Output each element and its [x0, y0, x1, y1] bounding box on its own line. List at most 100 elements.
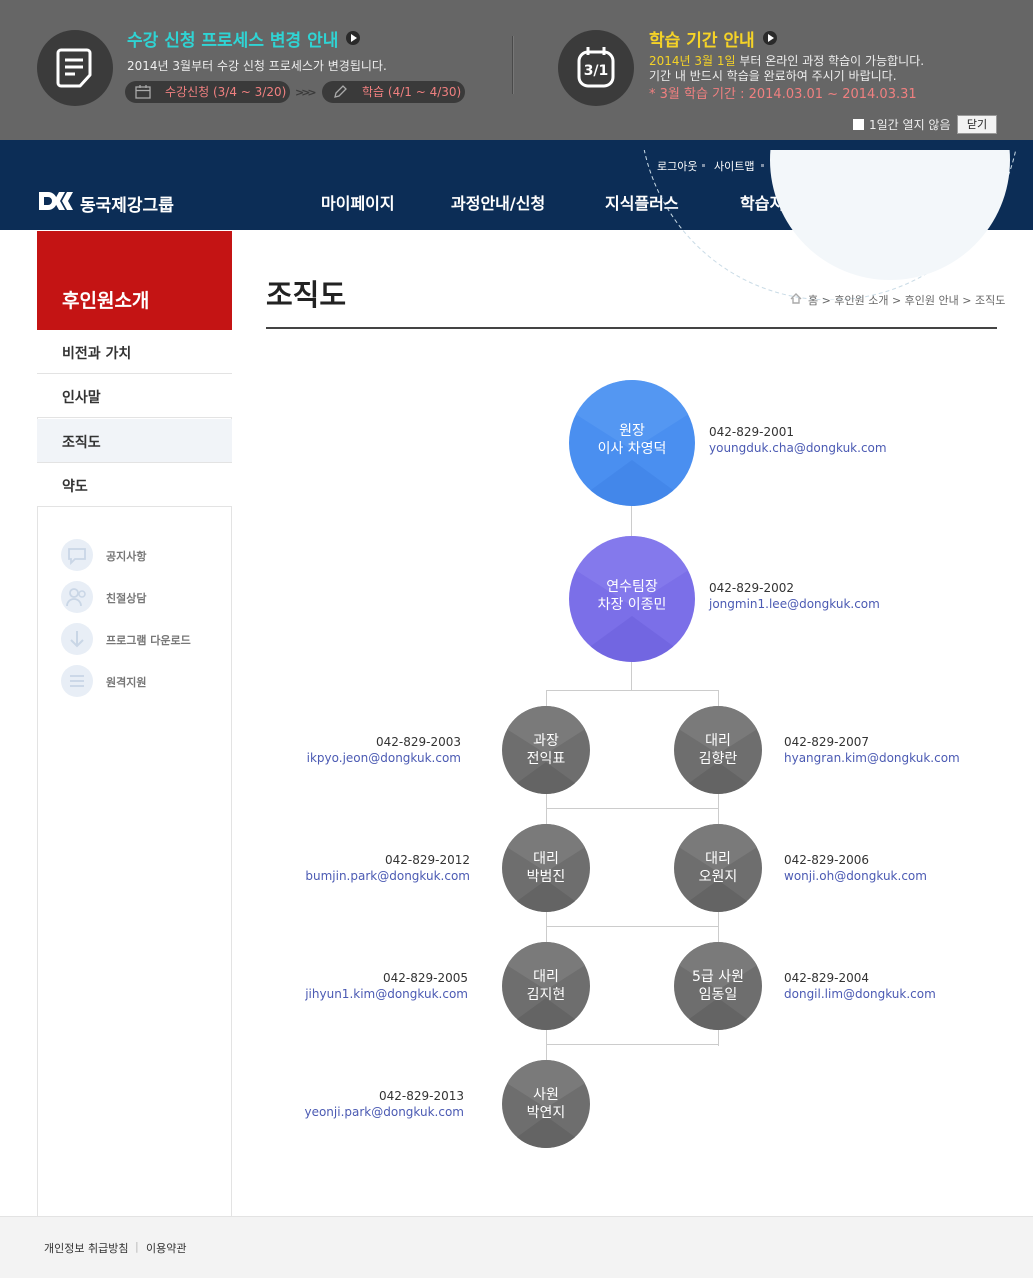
sidebar-item-greeting[interactable]: 인사말 [37, 374, 232, 418]
chevrons-icon: >>> [295, 86, 317, 99]
org-node-staff: 사원 박연지 [502, 1060, 590, 1148]
team-lead-contact: 042-829-2002 jongmin1.lee@dongkuk.com [709, 580, 880, 612]
staff-email[interactable]: ikpyo.jeon@dongkuk.com [296, 750, 461, 766]
page-title: 조직도 [266, 278, 347, 312]
study-period-title-text: 학습 기간 안내 [649, 31, 755, 51]
staff-title: 5급 사원 [692, 969, 744, 985]
breadcrumb-about[interactable]: 후인원 소개 [834, 294, 888, 307]
staff-email[interactable]: jihyun1.kim@dongkuk.com [296, 986, 468, 1002]
nav-courses[interactable]: 과정안내/신청 [451, 190, 545, 214]
staff-email[interactable]: hyangran.kim@dongkuk.com [784, 750, 960, 766]
sidebar-title: 후인원소개 [37, 231, 232, 330]
study-period-line2: 기간 내 반드시 학습을 완료하여 주시기 바랍니다. [649, 69, 897, 83]
dk-logo-icon[interactable] [37, 190, 75, 212]
search-icon [980, 158, 993, 171]
quick-download-label: 프로그램 다운로드 [106, 634, 191, 647]
breadcrumb: 홈 > 후인원 소개 > 후인원 안내 > 조직도 [808, 294, 1006, 307]
people-icon [61, 581, 93, 613]
remote-icon [61, 665, 93, 697]
download-icon [61, 623, 93, 655]
nav-mypage[interactable]: 마이페이지 [321, 190, 395, 214]
sitemap-link[interactable]: 사이트맵 [714, 158, 754, 174]
breadcrumb-current: 조직도 [975, 294, 1006, 307]
terms-link[interactable]: 이용약관 [146, 1240, 186, 1256]
staff-name: 박연지 [526, 1105, 566, 1121]
calendar-icon [135, 85, 151, 99]
play-icon [762, 31, 777, 45]
study-period-line1: 2014년 3월 1일 부터 온라인 과정 학습이 가능합니다. [649, 54, 924, 69]
staff-email[interactable]: bumjin.park@dongkuk.com [296, 868, 470, 884]
team-lead-email[interactable]: jongmin1.lee@dongkuk.com [709, 596, 880, 612]
staff-name: 김지현 [526, 987, 566, 1003]
sidebar-item-org-chart[interactable]: 조직도 [37, 419, 232, 463]
director-title: 원장 [619, 423, 645, 439]
staff-contact: 042-829-2005 jihyun1.kim@dongkuk.com [296, 970, 468, 1002]
director-name: 이사 차영덕 [597, 441, 667, 457]
process-notice-title-text: 수강 신청 프로세스 변경 안내 [127, 31, 339, 51]
logo-text[interactable]: 동국제강그룹 [80, 191, 174, 216]
staff-email[interactable]: yeonji.park@dongkuk.com [296, 1104, 464, 1120]
director-phone: 042-829-2001 [709, 425, 795, 439]
step-registration-label: 수강신청 (3/4 ~ 3/20) [165, 85, 287, 99]
staff-email[interactable]: wonji.oh@dongkuk.com [784, 868, 927, 884]
notice-divider [512, 36, 514, 94]
speech-bubble-icon [61, 539, 93, 571]
org-node-staff: 과장 전익표 [502, 706, 590, 794]
study-period-range: * 3월 학습 기간 : 2014.03.01 ~ 2014.03.31 [649, 87, 917, 102]
staff-title: 과장 [533, 733, 559, 749]
svg-text:3/1: 3/1 [584, 63, 609, 79]
notice-banner: 수강 신청 프로세스 변경 안내 2014년 3월부터 수강 신청 프로세스가 … [0, 0, 1033, 140]
staff-title: 대리 [533, 969, 559, 985]
staff-title: 사원 [533, 1087, 559, 1103]
search-button[interactable] [976, 155, 997, 175]
staff-name: 오원지 [698, 869, 738, 885]
staff-title: 대리 [533, 851, 559, 867]
title-underline [266, 327, 997, 329]
staff-name: 임동일 [698, 987, 738, 1003]
staff-name: 전익표 [526, 751, 566, 767]
process-notice-title[interactable]: 수강 신청 프로세스 변경 안내 [127, 26, 361, 51]
close-button[interactable]: 닫기 [957, 115, 997, 134]
nav-about[interactable]: 후인원 소개 [886, 190, 965, 214]
sidebar-item-map[interactable]: 약도 [37, 463, 232, 507]
step-registration: 수강신청 (3/4 ~ 3/20) [125, 81, 290, 103]
logout-link[interactable]: 로그아웃 [657, 158, 697, 174]
connector-line [546, 1044, 719, 1045]
home-icon[interactable] [790, 293, 802, 304]
staff-phone: 042-829-2007 [784, 735, 870, 749]
dont-show-checkbox[interactable] [853, 119, 864, 130]
quick-consult-label: 친절상담 [106, 592, 147, 605]
footer: 개인정보 취급방침 | 이용약관 [0, 1216, 1033, 1278]
staff-name: 박범진 [526, 869, 566, 885]
pencil-icon [334, 85, 347, 98]
staff-title: 대리 [705, 851, 731, 867]
sidebar-item-vision[interactable]: 비전과 가치 [37, 330, 232, 374]
study-period-title[interactable]: 학습 기간 안내 [649, 26, 777, 51]
staff-name: 김향란 [698, 751, 738, 767]
document-icon [37, 30, 113, 106]
org-node-director: 원장 이사 차영덕 [569, 380, 695, 506]
study-start-date: 2014년 3월 1일 [649, 54, 736, 68]
director-email[interactable]: youngduk.cha@dongkuk.com [709, 440, 887, 456]
admin-system-link[interactable]: 관리시스템 [772, 158, 823, 174]
staff-email[interactable]: dongil.lim@dongkuk.com [784, 986, 936, 1002]
privacy-policy-link[interactable]: 개인정보 취급방침 [44, 1240, 128, 1256]
breadcrumb-guide[interactable]: 후인원 안내 [905, 294, 959, 307]
staff-contact: 042-829-2003 ikpyo.jeon@dongkuk.com [296, 734, 461, 766]
org-node-staff: 대리 오원지 [674, 824, 762, 912]
staff-phone: 042-829-2005 [382, 971, 468, 985]
breadcrumb-home[interactable]: 홈 [808, 294, 818, 307]
org-node-staff: 대리 박범진 [502, 824, 590, 912]
nav-learning-support[interactable]: 학습지원센터 [740, 190, 828, 214]
search-input[interactable] [833, 155, 976, 175]
play-icon [346, 31, 361, 45]
nav-knowledge-plus[interactable]: 지식플러스 [605, 190, 679, 214]
util-separator [702, 164, 705, 167]
org-node-staff: 대리 김지현 [502, 942, 590, 1030]
staff-phone: 042-829-2004 [784, 971, 870, 985]
staff-phone: 042-829-2013 [378, 1089, 464, 1103]
team-lead-name: 차장 이종민 [597, 597, 667, 613]
dont-show-option[interactable]: 1일간 열지 않음 [853, 116, 951, 133]
step-learning-label: 학습 (4/1 ~ 4/30) [362, 85, 462, 99]
util-separator [761, 164, 764, 167]
